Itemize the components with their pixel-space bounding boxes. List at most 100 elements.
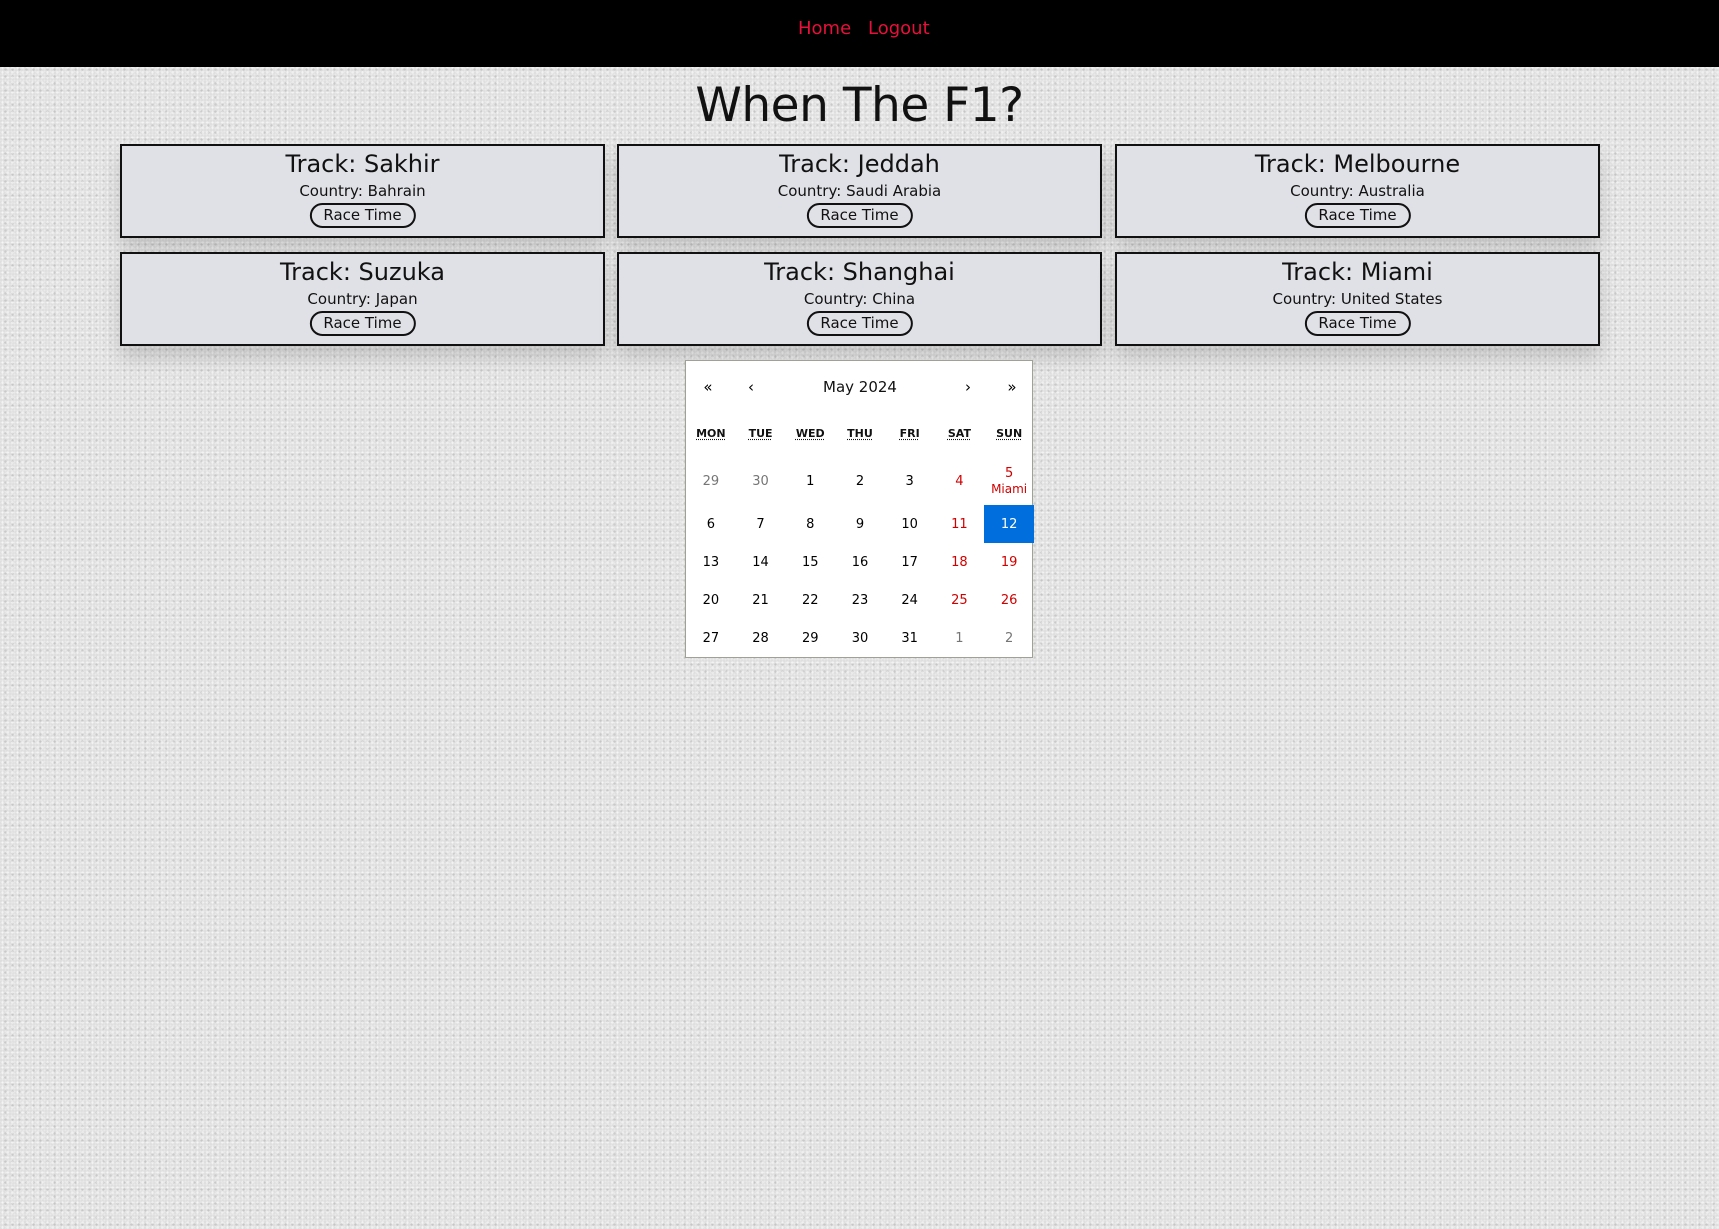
page-title: When The F1? <box>695 78 1024 133</box>
prev-month-button[interactable]: ‹ <box>736 375 766 399</box>
race-time-button[interactable]: Race Time <box>309 203 416 228</box>
race-time-button[interactable]: Race Time <box>309 311 416 336</box>
day-number: 9 <box>855 516 865 532</box>
track-country: Country: China <box>803 290 916 308</box>
calendar-day[interactable]: 13 <box>686 543 736 581</box>
weekday-header: TUE <box>736 427 786 440</box>
calendar-day[interactable]: 21 <box>736 581 786 619</box>
day-number: 4 <box>955 473 964 489</box>
calendar-day[interactable]: 16 <box>835 543 885 581</box>
calendar-day[interactable]: 31 <box>885 619 935 657</box>
calendar-day[interactable]: 19 <box>984 543 1034 581</box>
race-event-label: Miami <box>991 482 1028 496</box>
nav-home-link[interactable]: Home <box>798 18 851 39</box>
calendar-day[interactable]: 1 <box>935 619 985 657</box>
calendar-day[interactable]: 9 <box>835 505 885 543</box>
calendar-day[interactable]: 29 <box>785 619 835 657</box>
weekday-label: FRI <box>899 427 920 440</box>
day-number: 15 <box>801 554 819 570</box>
calendar-day[interactable]: 18 <box>935 543 985 581</box>
track-name: Track: Miami <box>1282 258 1433 286</box>
track-country: Country: Bahrain <box>299 182 426 200</box>
calendar-day[interactable]: 11 <box>935 505 985 543</box>
day-number: 26 <box>1000 592 1018 608</box>
calendar-day[interactable]: 30 <box>736 457 786 505</box>
calendar-day[interactable]: 25 <box>935 581 985 619</box>
day-number: 30 <box>752 473 769 489</box>
day-number: 8 <box>806 516 815 532</box>
track-name: Track: Suzuka <box>280 258 445 286</box>
race-time-button[interactable]: Race Time <box>1304 311 1411 336</box>
race-time-button[interactable]: Race Time <box>806 203 913 228</box>
weekday-header: SAT <box>935 427 985 440</box>
calendar-day[interactable]: 4 <box>935 457 985 505</box>
calendar-day-selected[interactable]: 12 <box>984 505 1034 543</box>
track-country: Country: Saudi Arabia <box>777 182 942 200</box>
track-name: Track: Melbourne <box>1254 150 1461 178</box>
prev-year-button[interactable]: « <box>693 375 723 399</box>
day-number: 22 <box>801 592 819 608</box>
track-card-shanghai: Track: Shanghai Country: China Race Time <box>617 252 1102 346</box>
weekday-label: SAT <box>947 427 971 440</box>
day-number: 19 <box>1000 554 1018 570</box>
calendar-day[interactable]: 29 <box>686 457 736 505</box>
calendar-day[interactable]: 2 <box>835 457 885 505</box>
weekday-header: SUN <box>984 427 1034 440</box>
day-number: 16 <box>851 554 869 570</box>
calendar-day[interactable]: 26 <box>984 581 1034 619</box>
day-number: 20 <box>702 592 720 608</box>
weekday-label: THU <box>847 427 873 440</box>
day-number: 1 <box>806 473 815 489</box>
calendar-month-label[interactable]: May 2024 <box>776 375 944 399</box>
day-number: 30 <box>851 630 869 646</box>
calendar-day[interactable]: 14 <box>736 543 786 581</box>
track-card-sakhir: Track: Sakhir Country: Bahrain Race Time <box>120 144 605 238</box>
calendar-day[interactable]: 27 <box>686 619 736 657</box>
calendar-day[interactable]: 17 <box>885 543 935 581</box>
day-number: 29 <box>702 473 720 489</box>
calendar-day[interactable]: 3 <box>885 457 935 505</box>
next-year-button[interactable]: » <box>997 375 1027 399</box>
race-time-button[interactable]: Race Time <box>806 311 913 336</box>
track-country: Country: Australia <box>1290 182 1425 200</box>
calendar-day[interactable]: 6 <box>686 505 736 543</box>
next-month-button[interactable]: › <box>953 375 983 399</box>
weekday-header: THU <box>835 427 885 440</box>
weekday-header: WED <box>785 427 835 440</box>
day-number: 18 <box>951 554 968 570</box>
track-name: Track: Sakhir <box>285 150 440 178</box>
calendar-day[interactable]: 28 <box>736 619 786 657</box>
weekday-label: WED <box>795 427 825 440</box>
top-navbar: Home Logout <box>0 0 1719 67</box>
calendar-day[interactable]: 24 <box>885 581 935 619</box>
calendar-day[interactable]: 7 <box>736 505 786 543</box>
day-number: 10 <box>901 516 918 532</box>
day-number: 5 <box>1004 466 1014 481</box>
day-number: 11 <box>951 516 968 532</box>
day-number: 7 <box>756 516 765 532</box>
day-number: 13 <box>702 554 720 570</box>
day-number: 12 <box>1000 516 1018 532</box>
day-number: 27 <box>702 630 720 646</box>
day-number: 6 <box>706 516 715 532</box>
calendar-day[interactable]: 23 <box>835 581 885 619</box>
day-number: 24 <box>901 592 918 608</box>
nav-logout-link[interactable]: Logout <box>868 18 930 39</box>
calendar-day[interactable]: 5 Miami <box>984 457 1034 505</box>
weekday-header: FRI <box>885 427 935 440</box>
day-number: 17 <box>901 554 918 570</box>
track-card-miami: Track: Miami Country: United States Race… <box>1115 252 1600 346</box>
race-calendar: « ‹ May 2024 › » MON TUE WED THU FRI SAT SUN 2… <box>685 360 1034 658</box>
day-number: 2 <box>1004 630 1014 646</box>
calendar-day[interactable]: 2 <box>984 619 1034 657</box>
calendar-day[interactable]: 22 <box>785 581 835 619</box>
calendar-day[interactable]: 15 <box>785 543 835 581</box>
calendar-day[interactable]: 20 <box>686 581 736 619</box>
race-time-button[interactable]: Race Time <box>1304 203 1411 228</box>
calendar-day[interactable]: 30 <box>835 619 885 657</box>
calendar-day[interactable]: 10 <box>885 505 935 543</box>
day-number: 31 <box>901 630 918 646</box>
day-number: 14 <box>752 554 769 570</box>
calendar-day[interactable]: 1 <box>785 457 835 505</box>
calendar-day[interactable]: 8 <box>785 505 835 543</box>
